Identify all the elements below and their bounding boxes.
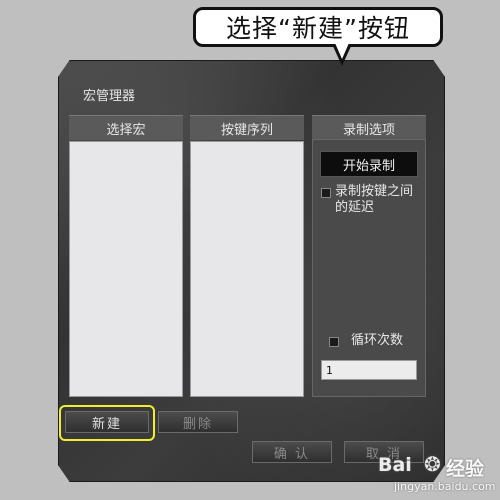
- macro-list[interactable]: [69, 141, 183, 397]
- record-options-header: 录制选项: [312, 115, 426, 140]
- record-options-panel: 开始录制 录制按键之间的延迟 循环次数: [312, 139, 426, 397]
- key-sequence-header: 按键序列: [190, 115, 304, 140]
- loop-count-input[interactable]: [321, 360, 417, 380]
- delete-button[interactable]: 删除: [158, 411, 238, 433]
- record-delay-checkbox[interactable]: [321, 188, 331, 198]
- callout-tail-inner: [335, 43, 349, 59]
- window-title: 宏管理器: [83, 89, 136, 104]
- macro-manager-window: 宏管理器 选择宏 按键序列 录制选项 开始录制 录制按键之间的延迟 循环次数 新…: [58, 60, 445, 482]
- start-record-button[interactable]: 开始录制: [320, 151, 418, 177]
- watermark-brand: Bai: [378, 454, 412, 476]
- loop-count-label: 循环次数: [351, 333, 404, 348]
- baidu-watermark: Bai ❂ 经验 jingyan.baidu.com: [372, 450, 500, 500]
- paw-icon: ❂: [424, 452, 441, 476]
- key-sequence-list[interactable]: [190, 141, 304, 397]
- confirm-button[interactable]: 确 认: [252, 441, 332, 463]
- select-macro-header: 选择宏: [69, 115, 183, 140]
- watermark-url: jingyan.baidu.com: [394, 480, 496, 493]
- instruction-callout: 选择“新建”按钮: [193, 7, 443, 47]
- new-button[interactable]: 新建: [65, 411, 149, 433]
- callout-text: 选择“新建”按钮: [226, 14, 410, 43]
- loop-count-checkbox[interactable]: [329, 337, 339, 347]
- watermark-mid: 经验: [446, 458, 485, 480]
- record-delay-label: 录制按键之间的延迟: [335, 184, 414, 215]
